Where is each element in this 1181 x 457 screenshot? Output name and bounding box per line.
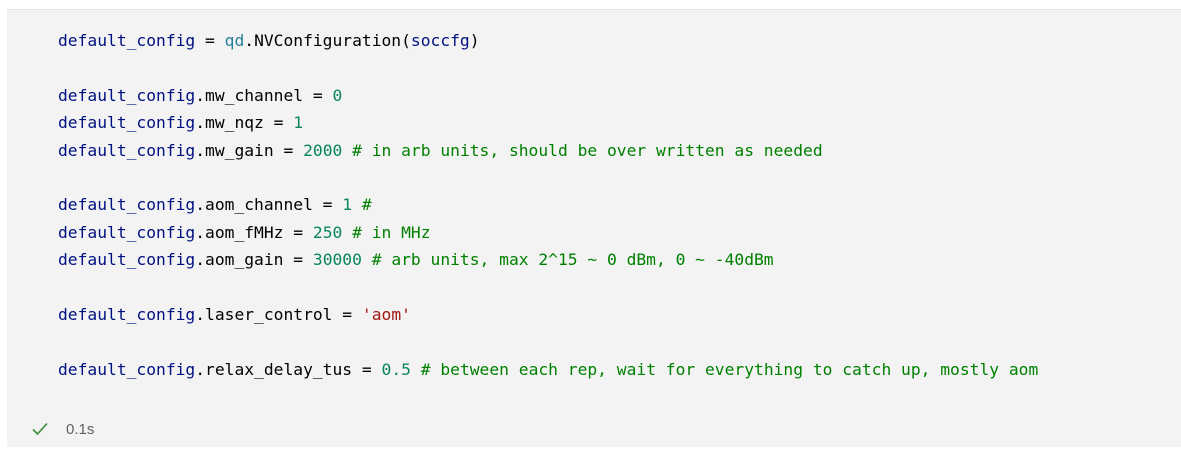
code-token: .	[195, 140, 206, 160]
code-token: 1	[293, 113, 304, 133]
execution-duration: 0.1s	[66, 420, 95, 438]
code-editor[interactable]: default_config = qd.NVConfiguration(socc…	[58, 27, 1038, 383]
code-line: default_config.aom_gain = 30000 # arb un…	[58, 246, 1038, 273]
cell-execution-status: 0.1s	[31, 420, 94, 438]
code-line: default_config.aom_channel = 1 #	[58, 191, 1038, 218]
code-token: default_config	[58, 250, 196, 270]
code-token: =	[273, 140, 304, 160]
code-token: 30000	[312, 250, 362, 270]
code-token: mw_channel	[205, 85, 304, 105]
code-line: default_config.aom_fMHz = 250 # in MHz	[58, 219, 1038, 246]
code-token: aom_channel	[205, 195, 313, 215]
code-token: .	[195, 85, 206, 105]
code-token: =	[283, 250, 313, 270]
code-token: .	[195, 113, 206, 133]
code-token: .	[195, 222, 206, 242]
code-token: aom_gain	[205, 250, 284, 270]
code-token: )	[469, 31, 480, 50]
code-token: 0.5	[381, 359, 411, 379]
code-line: default_config.mw_gain = 2000 # in arb u…	[58, 137, 1038, 164]
code-token: default_config	[58, 85, 196, 105]
code-token: =	[352, 359, 382, 379]
code-token: default_config	[58, 304, 196, 324]
code-token: soccfg	[410, 31, 470, 50]
code-token: =	[312, 195, 343, 215]
code-token: .	[195, 359, 206, 379]
code-token: # in MHz	[342, 222, 431, 242]
code-line: default_config.mw_channel = 0	[58, 82, 1038, 109]
code-token: # between each rep, wait for everything …	[410, 359, 1039, 379]
code-token: aom_fMHz	[205, 222, 284, 242]
code-token: default_config	[58, 195, 196, 215]
code-line: default_config.relax_delay_tus = 0.5 # b…	[58, 356, 1038, 383]
code-token: .	[195, 304, 206, 324]
notebook-code-cell[interactable]: default_config = qd.NVConfiguration(socc…	[7, 9, 1181, 447]
code-token: default_config	[58, 113, 196, 133]
code-token: 'aom'	[361, 304, 411, 324]
code-token: default_config	[58, 359, 196, 379]
code-token: relax_delay_tus	[205, 359, 353, 379]
code-token: #	[352, 195, 372, 215]
code-token: =	[263, 113, 294, 133]
checkmark-icon	[31, 420, 49, 438]
code-token: qd	[224, 31, 245, 50]
code-token: =	[332, 304, 362, 324]
code-token: =	[283, 222, 313, 242]
code-token: =	[303, 85, 333, 105]
code-token: laser_control	[205, 304, 333, 324]
code-token: .	[195, 195, 206, 215]
code-token: .	[195, 250, 206, 270]
code-token: =	[195, 31, 225, 50]
code-token: .NVConfiguration(	[244, 31, 411, 50]
code-token: 0	[332, 85, 343, 105]
code-token: mw_nqz	[205, 113, 264, 133]
code-token: default_config	[58, 140, 196, 160]
code-token: 250	[312, 222, 343, 242]
code-token: default_config	[58, 31, 196, 50]
code-token: # arb units, max 2^15 ~ 0 dBm, 0 ~ -40dB…	[361, 250, 774, 270]
code-line: default_config.laser_control = 'aom'	[58, 301, 1038, 328]
code-token: # in arb units, should be over written a…	[342, 140, 823, 160]
code-token: 1	[342, 195, 353, 215]
code-token: 2000	[303, 140, 343, 160]
code-token: default_config	[58, 222, 196, 242]
code-token: mw_gain	[205, 140, 274, 160]
code-line: default_config = qd.NVConfiguration(socc…	[58, 27, 1038, 54]
code-line: default_config.mw_nqz = 1	[58, 109, 1038, 136]
